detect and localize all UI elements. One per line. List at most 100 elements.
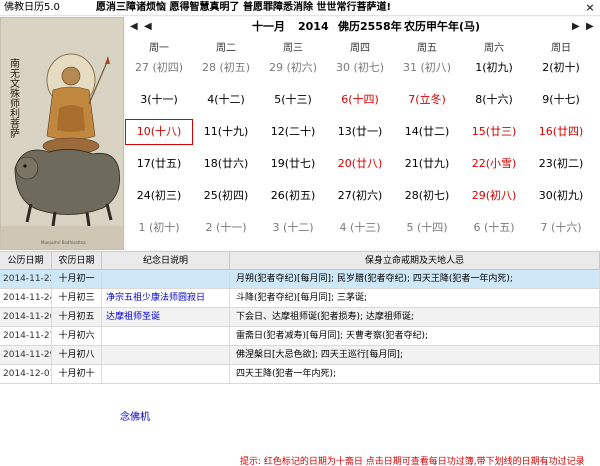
calendar-day[interactable]: 22(小雪) (461, 152, 527, 176)
calendar-day[interactable]: 9(十七) (528, 88, 594, 112)
weekday-label: 周日 (551, 43, 571, 54)
bodhisattva-image-panel: 南无文殊师利菩萨 Manjushri Bodhisattva (0, 17, 124, 250)
calendar-day[interactable]: 4 (十三) (327, 216, 393, 240)
table-cell-date: 2014-11-24 (0, 289, 52, 308)
table-row[interactable]: 2014-11-26 十月初五 达摩祖师圣诞 下会日、达摩祖师诞(犯者损寿); 达摩祖… (0, 308, 600, 327)
calendar-day[interactable]: 6(十四) (327, 88, 393, 112)
table-cell-lunar: 十月初一 (52, 270, 102, 289)
calendar-day[interactable]: 18(廿六) (193, 152, 259, 176)
calendar-day[interactable]: 26(初五) (260, 184, 326, 208)
calendar-day[interactable]: 30 (初七) (327, 56, 393, 80)
column-header[interactable]: 纪念日说明 (102, 252, 230, 270)
calendar-day[interactable]: 25(初四) (193, 184, 259, 208)
calendar-day[interactable]: 29 (初六) (260, 56, 326, 80)
title-bar: 佛教日历5.0 愿消三障诸烦恼 愿得智慧真明了 普愿罪障悉消除 世世常行菩萨道!… (0, 0, 600, 16)
calendar-day[interactable]: 2(初十) (528, 56, 594, 80)
observance-table: 公历日期 农历日期 纪念日说明 保身立命戒期及天地人忌 2014-11-22 十月初一 月… (0, 251, 600, 400)
calendar-day[interactable]: 13(廿一) (327, 120, 393, 144)
title-slogan: 愿消三障诸烦恼 愿得智慧真明了 普愿罪障悉消除 世世常行菩萨道! (96, 2, 392, 13)
calendar-day[interactable]: 21(廿九) (394, 152, 460, 176)
table-row[interactable]: 2014-11-29 十月初八 佛涅槃日[大忌色欲]; 四天王巡行[每月同]; (0, 346, 600, 365)
calendar-day[interactable]: 7 (十六) (528, 216, 594, 240)
table-cell-date: 2014-12-01 (0, 365, 52, 384)
calendar-day[interactable]: 3 (十二) (260, 216, 326, 240)
buddhist-year-label: 佛历2558年 (338, 20, 402, 33)
table-row[interactable]: 2014-11-24 十月初三 净宗五祖少康法师圆寂日 斗降(犯者夺纪)[每月同]; … (0, 289, 600, 308)
next-year-button[interactable]: ▶ (586, 17, 594, 37)
calendar-day[interactable]: 16(廿四) (528, 120, 594, 144)
calendar-day[interactable]: 1(初九) (461, 56, 527, 80)
svg-text:南无文殊师利菩萨: 南无文殊师利菩萨 (8, 57, 20, 139)
table-cell-date: 2014-11-27 (0, 327, 52, 346)
table-row[interactable]: 2014-11-27 十月初六 雷斋日(犯者减寿)[每月同]; 天曹考察(犯者夺纪)… (0, 327, 600, 346)
table-row[interactable]: 2014-11-22 十月初一 月朔(犯者夺纪)[每月同]; 民岁腊(犯者夺纪); … (0, 270, 600, 289)
calendar-day[interactable]: 19(廿七) (260, 152, 326, 176)
year-label: 2014 (298, 20, 329, 33)
calendar-day[interactable]: 12(二十) (260, 120, 326, 144)
manjushri-bodhisattva-icon: 南无文殊师利菩萨 (1, 18, 123, 249)
table-cell-notes: 佛涅槃日[大忌色欲]; 四天王巡行[每月同]; (230, 346, 600, 365)
weekday-label: 周三 (283, 43, 303, 54)
column-header[interactable]: 公历日期 (0, 252, 52, 270)
calendar-day[interactable]: 14(廿二) (394, 120, 460, 144)
calendar-day[interactable]: 24(初三) (126, 184, 192, 208)
calendar-day[interactable]: 23(初二) (528, 152, 594, 176)
prev-year-button[interactable]: ◀ (130, 17, 138, 37)
table-cell-lunar: 十月初八 (52, 346, 102, 365)
table-cell-memo: 达摩祖师圣诞 (102, 308, 230, 327)
table-cell-lunar: 十月初六 (52, 327, 102, 346)
table-cell-notes: 斗降(犯者夺纪)[每月同]; 三茅诞; (230, 289, 600, 308)
column-header[interactable]: 农历日期 (52, 252, 102, 270)
table-cell-memo (102, 346, 230, 365)
calendar-day[interactable]: 27 (初四) (126, 56, 192, 80)
calendar-day[interactable]: 11(十九) (193, 120, 259, 144)
calendar-header: ◀ ◀ 十一月 2014 佛历2558年 农历甲午年(马) ▶ ▶ (126, 17, 600, 37)
calendar-day[interactable]: 5 (十四) (394, 216, 460, 240)
calendar-day[interactable]: 30(初九) (528, 184, 594, 208)
table-cell-memo: 净宗五祖少康法师圆寂日 (102, 289, 230, 308)
weekday-label: 周五 (417, 43, 437, 54)
close-icon[interactable]: × (583, 1, 597, 15)
calendar-day[interactable]: 6 (十五) (461, 216, 527, 240)
table-cell-notes: 四天王降(犯者一年内死); (230, 365, 600, 384)
calendar-day[interactable]: 5(十三) (260, 88, 326, 112)
weekday-label: 周四 (350, 43, 370, 54)
table-row[interactable]: 2014-12-01 十月初十 四天王降(犯者一年内死); (0, 365, 600, 384)
prev-month-button[interactable]: ◀ (144, 17, 152, 37)
calendar-day[interactable]: 2 (十一) (193, 216, 259, 240)
calendar-day[interactable]: 29(初八) (461, 184, 527, 208)
footer: 念佛机 提示: 红色标记的日期为十斋日 点击日期可查看每日功过簿,带下划线的日期… (0, 400, 600, 466)
calendar-day[interactable]: 17(廿五) (126, 152, 192, 176)
calendar-day[interactable]: 31 (初八) (394, 56, 460, 80)
weekday-header: 周一 周二 周三 周四 周五 周六 周日 (126, 39, 600, 54)
table-cell-lunar: 十月初五 (52, 308, 102, 327)
calendar-day[interactable]: 15(廿三) (461, 120, 527, 144)
footer-tip: 提示: 红色标记的日期为十斋日 点击日期可查看每日功过簿,带下划线的日期有功过记… (240, 457, 585, 466)
calendar-panel: ◀ ◀ 十一月 2014 佛历2558年 农历甲午年(马) ▶ ▶ 周一 周二 周三… (125, 17, 600, 250)
calendar-day[interactable]: 28 (初五) (193, 56, 259, 80)
lunar-year-label: 农历甲午年(马) (404, 20, 481, 33)
table-cell-memo (102, 327, 230, 346)
calendar-day[interactable]: 28(初七) (394, 184, 460, 208)
table-cell-lunar: 十月初三 (52, 289, 102, 308)
month-label: 十一月 (252, 20, 285, 33)
table-cell-notes: 下会日、达摩祖师诞(犯者损寿); 达摩祖师诞; (230, 308, 600, 327)
calendar-day[interactable]: 8(十六) (461, 88, 527, 112)
column-header[interactable]: 保身立命戒期及天地人忌 (230, 252, 600, 270)
subcaption: Manjushri Bodhisattva (41, 240, 86, 245)
calendar-day[interactable]: 20(廿八) (327, 152, 393, 176)
nianfoji-link[interactable]: 念佛机 (120, 408, 150, 423)
weekday-label: 周六 (484, 43, 504, 54)
calendar-day[interactable]: 3(十一) (126, 88, 192, 112)
table-cell-memo (102, 365, 230, 384)
weekday-label: 周一 (149, 43, 169, 54)
table-cell-lunar: 十月初十 (52, 365, 102, 384)
calendar-day[interactable]: 1 (初十) (126, 216, 192, 240)
calendar-day[interactable]: 10(十八) (125, 119, 193, 145)
day-grid: 27 (初四) 28 (初五) 29 (初六) 30 (初七) 31 (初八) 1(初九)… (125, 56, 600, 250)
calendar-day[interactable]: 4(十二) (193, 88, 259, 112)
calendar-day[interactable]: 27(初六) (327, 184, 393, 208)
calendar-day[interactable]: 7(立冬) (394, 88, 460, 112)
table-cell-notes: 雷斋日(犯者减寿)[每月同]; 天曹考察(犯者夺纪); (230, 327, 600, 346)
next-month-button[interactable]: ▶ (572, 17, 580, 37)
